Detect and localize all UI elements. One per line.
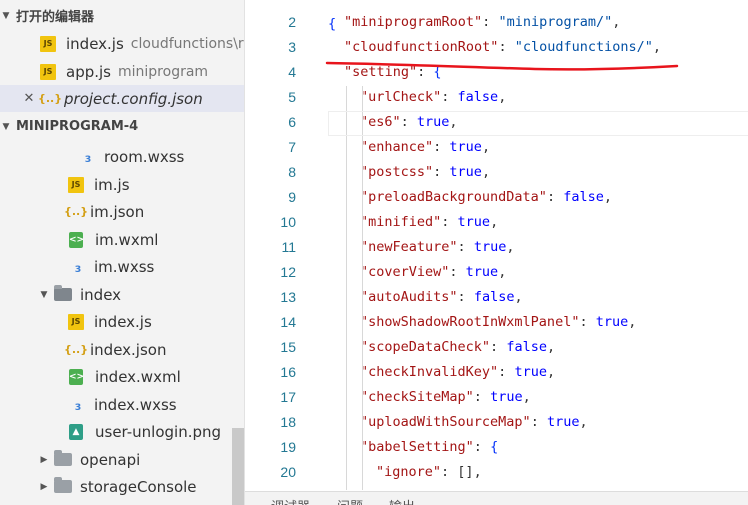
file-name: im.wxss (94, 257, 155, 276)
file-name: index.json (90, 340, 167, 359)
file-name: im.js (94, 175, 130, 194)
folder-name: openapi (80, 450, 141, 469)
file-explorer: ▼ 打开的编辑器 JS index.js cloudfunctions\rp J… (0, 0, 245, 505)
tree-item[interactable]: {..} im.json (0, 198, 244, 225)
tree-item[interactable]: ₃ room.wxss (0, 143, 244, 170)
chevron-down-icon: ▼ (2, 10, 10, 21)
image-file-icon: ▲ (69, 423, 83, 440)
tree-item[interactable]: <> index.wxml (0, 363, 244, 390)
js-file-icon: JS (68, 176, 84, 193)
code-editor[interactable]: { 2 "miniprogramRoot": "miniprogram/", 3 "c… (245, 0, 748, 505)
wxss-file-icon: ₃ (74, 257, 82, 276)
tree-item[interactable]: <> im.wxml (0, 226, 244, 253)
folder-icon (54, 450, 72, 466)
json-file-icon: {..} (64, 204, 89, 218)
file-name: index.js (94, 312, 152, 331)
project-label: MINIPROGRAM-4 (16, 119, 139, 134)
file-path: cloudfunctions\rp (130, 35, 245, 52)
file-name: im.wxml (95, 230, 159, 249)
wxml-file-icon: <> (69, 368, 84, 385)
file-name: user-unlogin.png (95, 422, 222, 441)
tree-item[interactable]: JS index.js (0, 308, 244, 335)
close-icon[interactable]: ✕ (22, 91, 36, 106)
open-editor-item-active[interactable]: ✕ {..} project.config.json (0, 85, 244, 112)
file-name: index.wxss (94, 395, 177, 414)
red-underline-annotation (325, 61, 679, 71)
tree-item[interactable]: {..} index.json (0, 336, 244, 363)
chevron-down-icon: ▼ (40, 289, 48, 300)
wxml-file-icon: <> (69, 231, 84, 248)
chevron-down-icon: ▼ (2, 121, 10, 132)
bottom-panel-tabs: 调试器 问题 输出 (245, 491, 748, 505)
tree-item[interactable]: ₃ im.wxss (0, 253, 244, 280)
tree-folder-index[interactable]: ▼ index (0, 281, 244, 308)
folder-name: storageConsole (80, 477, 197, 496)
file-name: im.json (90, 202, 145, 221)
wxss-file-icon: ₃ (84, 147, 92, 166)
open-editors-label: 打开的编辑器 (16, 10, 95, 25)
tree-item[interactable]: JS im.js (0, 171, 244, 198)
folder-open-icon (54, 285, 72, 301)
js-file-icon: JS (40, 63, 56, 80)
tab-output[interactable]: 输出 (389, 496, 415, 505)
open-editor-item[interactable]: JS app.js miniprogram (0, 58, 244, 85)
tree-item[interactable]: ₃ index.wxss (0, 391, 244, 418)
project-section-header[interactable]: ▼ MINIPROGRAM-4 (0, 113, 244, 140)
chevron-right-icon: ▶ (40, 481, 48, 492)
json-file-icon: {..} (64, 342, 89, 356)
tree-folder-storageconsole[interactable]: ▶ storageConsole (0, 473, 244, 500)
open-editor-item[interactable]: JS index.js cloudfunctions\rp (0, 30, 245, 57)
chevron-right-icon: ▶ (40, 454, 48, 465)
js-file-icon: JS (68, 313, 84, 330)
explorer-scrollbar[interactable] (232, 428, 244, 505)
wxss-file-icon: ₃ (74, 395, 82, 414)
js-file-icon: JS (40, 35, 56, 52)
tree-folder-openapi[interactable]: ▶ openapi (0, 446, 244, 473)
json-file-icon: {..} (38, 91, 63, 105)
tab-debugger[interactable]: 调试器 (271, 496, 310, 505)
file-name: project.config.json (64, 89, 203, 108)
folder-icon (54, 477, 72, 493)
file-name: index.wxml (95, 367, 181, 386)
tree-item[interactable]: ▲ user-unlogin.png (0, 418, 244, 445)
file-name: app.js (66, 62, 111, 81)
file-name: room.wxss (104, 147, 185, 166)
file-name: index.js (66, 34, 124, 53)
annotation-overlay (325, 61, 679, 71)
folder-name: index (80, 285, 122, 304)
file-path: miniprogram (118, 63, 209, 80)
tab-problems[interactable]: 问题 (337, 496, 363, 505)
open-editors-header[interactable]: ▼ 打开的编辑器 (0, 2, 244, 29)
